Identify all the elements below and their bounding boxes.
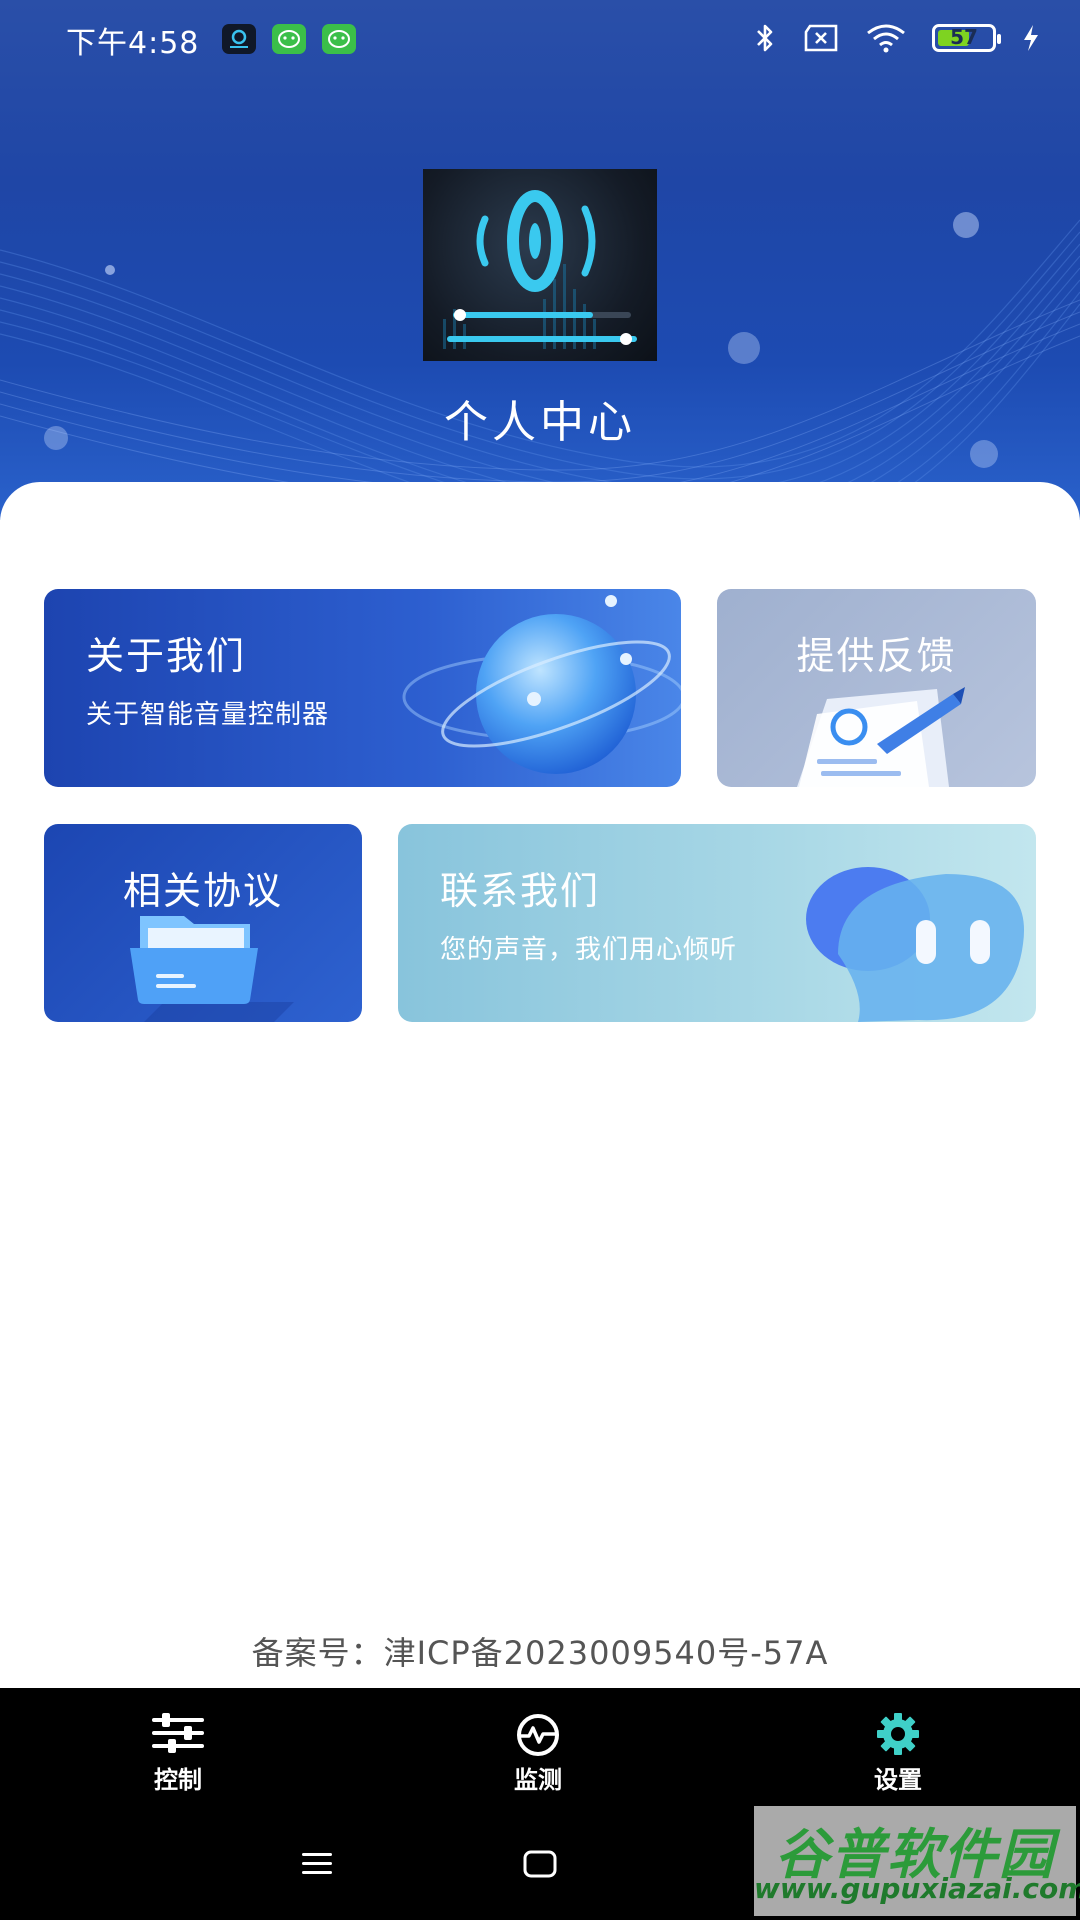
status-time: 下午4:58 [66,26,200,61]
battery-level: 57 [950,25,978,49]
charging-icon [1024,25,1038,51]
tab-monitor[interactable]: 监测 [438,1688,638,1806]
about-us-title: 关于我们 [86,634,247,678]
feedback-card[interactable]: 提供反馈 [717,589,1036,787]
agreement-title: 相关协议 [122,869,283,913]
contact-us-subtitle: 您的声音，我们用心倾听 [440,935,738,965]
app-notification-icon [222,24,256,54]
feedback-title: 提供反馈 [796,634,957,678]
battery-icon: 57 [932,24,1001,52]
about-us-card[interactable]: 关于我们 关于智能音量控制器 [44,589,681,787]
bluetooth-icon [757,24,773,52]
wechat-icon [322,24,356,54]
monitor-icon [517,1714,559,1756]
icp-filing-number[interactable]: 备案号：津ICP备2023009540号-57A [0,1628,1080,1674]
agreement-card[interactable]: 相关协议 [44,824,362,1022]
sim-off-icon [804,24,838,52]
folder-icon [130,916,294,1022]
document-pen-icon [797,687,965,787]
watermark-logo: 谷普软件园 www.gupuxiazai.com [754,1806,1080,1916]
watermark-url: www.gupuxiazai.com [754,1872,1080,1905]
home-icon[interactable] [522,1848,558,1880]
status-bar: 下午4:58 57 [0,0,1080,80]
wifi-icon [867,24,905,53]
wechat-icon [272,24,306,54]
sliders-icon [152,1713,204,1753]
contact-us-card[interactable]: 联系我们 您的声音，我们用心倾听 [398,824,1036,1022]
tab-control-label: 控制 [154,1766,202,1794]
contact-us-title: 联系我们 [440,869,601,913]
tab-monitor-label: 监测 [514,1766,562,1794]
tab-settings-label: 设置 [874,1766,922,1794]
header-banner: 下午4:58 57 个人中心 [0,0,1080,520]
about-us-subtitle: 关于智能音量控制器 [86,700,330,730]
gear-icon [877,1713,919,1755]
bottom-tab-bar: 控制 监测 设置 [0,1688,1080,1806]
tab-control[interactable]: 控制 [78,1688,278,1806]
menu-icon[interactable] [300,1850,334,1878]
globe-icon [402,595,681,774]
page-title: 个人中心 [444,397,636,448]
tab-settings[interactable]: 设置 [798,1688,998,1806]
app-logo [423,169,657,361]
chat-bubble-icon [806,867,1025,1022]
